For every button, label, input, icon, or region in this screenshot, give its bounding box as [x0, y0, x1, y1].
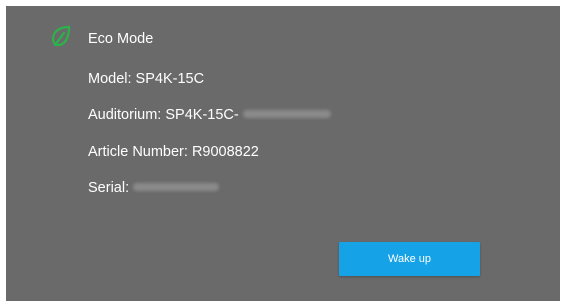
- serial-label: Serial:: [88, 180, 130, 196]
- eco-mode-panel: Eco Mode Model: SP4K-15C Auditorium: SP4…: [6, 6, 560, 301]
- page-title: Eco Mode: [88, 31, 154, 47]
- auditorium-row: Auditorium: SP4K-15C-: [88, 106, 331, 124]
- wake-up-button[interactable]: Wake up: [339, 242, 480, 276]
- auditorium-label: Auditorium: SP4K-15C-: [88, 107, 239, 123]
- article-number-label: Article Number: R9008822: [88, 144, 259, 160]
- model-label: Model: SP4K-15C: [88, 71, 205, 87]
- eco-leaf-icon: [51, 25, 71, 47]
- serial-redacted: [133, 182, 220, 191]
- serial-row: Serial:: [88, 179, 220, 197]
- auditorium-redacted: [242, 109, 331, 118]
